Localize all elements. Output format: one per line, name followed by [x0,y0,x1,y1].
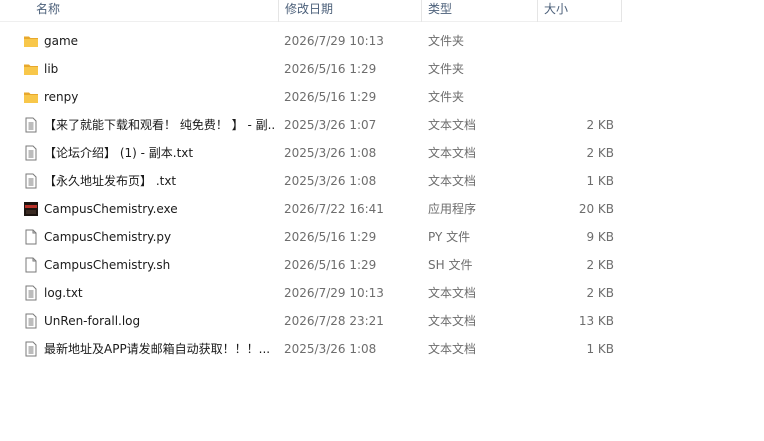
file-size: 2 KB [586,146,614,160]
file-type: SH 文件 [428,258,473,272]
text-file-icon [23,285,39,301]
file-date: 2025/3/26 1:08 [284,342,377,356]
file-row[interactable]: renpy 2026/5/16 1:29 文件夹 [0,83,764,111]
file-name: lib [44,62,59,76]
file-date: 2026/7/29 10:13 [284,286,384,300]
file-type: 文件夹 [428,62,465,76]
column-header-date[interactable]: 修改日期 [278,0,422,22]
file-date: 2025/3/26 1:08 [284,174,377,188]
file-row[interactable]: CampusChemistry.sh 2026/5/16 1:29 SH 文件 … [0,251,764,279]
file-size: 2 KB [586,118,614,132]
file-type: 文本文档 [428,342,477,356]
file-date: 2026/5/16 1:29 [284,62,377,76]
file-row[interactable]: game 2026/7/29 10:13 文件夹 [0,27,764,55]
column-header: 名称 修改日期 类型 大小 [0,0,622,22]
file-name: UnRen-forall.log [44,314,141,328]
file-size [540,83,614,111]
file-date: 2026/5/16 1:29 [284,90,377,104]
text-file-icon [23,313,39,329]
file-size: 2 KB [586,286,614,300]
file-row[interactable]: UnRen-forall.log 2026/7/28 23:21 文本文档 13… [0,307,764,335]
file-date: 2025/3/26 1:08 [284,146,377,160]
file-size: 9 KB [586,230,614,244]
file-name: CampusChemistry.sh [44,258,171,272]
column-header-type[interactable]: 类型 [422,0,538,22]
file-name: log.txt [44,286,83,300]
file-row[interactable]: log.txt 2026/7/29 10:13 文本文档 2 KB [0,279,764,307]
column-header-size[interactable]: 大小 [538,0,622,22]
file-type: 文本文档 [428,314,477,328]
blank-file-icon [23,229,39,245]
file-list: game 2026/7/29 10:13 文件夹 lib 2026/5/16 1… [0,27,764,363]
blank-file-icon [23,257,39,273]
file-type: 文件夹 [428,90,465,104]
file-name: renpy [44,90,79,104]
file-date: 2026/7/28 23:21 [284,314,384,328]
file-type: 文本文档 [428,118,477,132]
file-type: 文件夹 [428,34,465,48]
folder-icon [23,89,39,105]
text-file-icon [23,117,39,133]
text-file-icon [23,145,39,161]
file-row[interactable]: 【来了就能下载和观看！ 纯免费！ 】 - 副... 2025/3/26 1:07… [0,111,764,139]
file-name: CampusChemistry.py [44,230,172,244]
file-name: 【永久地址发布页】 .txt [44,174,177,188]
file-type: 文本文档 [428,174,477,188]
file-type: 文本文档 [428,146,477,160]
file-date: 2026/7/29 10:13 [284,34,384,48]
file-size: 1 KB [586,342,614,356]
file-name: 最新地址及APP请发邮箱自动获取！！！... [44,342,271,356]
column-header-name[interactable]: 名称 [30,0,278,22]
file-row[interactable]: lib 2026/5/16 1:29 文件夹 [0,55,764,83]
file-row[interactable]: 最新地址及APP请发邮箱自动获取！！！... 2025/3/26 1:08 文本… [0,335,764,363]
file-size: 1 KB [586,174,614,188]
folder-icon [23,61,39,77]
file-name: 【来了就能下载和观看！ 纯免费！ 】 - 副... [44,118,274,132]
file-size [540,55,614,83]
file-type: PY 文件 [428,230,471,244]
file-name: 【论坛介绍】 (1) - 副本.txt [44,146,194,160]
file-date: 2026/7/22 16:41 [284,202,384,216]
file-date: 2025/3/26 1:07 [284,118,377,132]
file-size: 13 KB [578,314,614,328]
file-name: game [44,34,79,48]
exe-app-icon [23,201,39,217]
file-type: 应用程序 [428,202,477,216]
file-size: 2 KB [586,258,614,272]
file-type: 文本文档 [428,286,477,300]
file-row[interactable]: CampusChemistry.exe 2026/7/22 16:41 应用程序… [0,195,764,223]
file-row[interactable]: 【永久地址发布页】 .txt 2025/3/26 1:08 文本文档 1 KB [0,167,764,195]
file-date: 2026/5/16 1:29 [284,258,377,272]
text-file-icon [23,173,39,189]
file-row[interactable]: 【论坛介绍】 (1) - 副本.txt 2025/3/26 1:08 文本文档 … [0,139,764,167]
text-file-icon [23,341,39,357]
file-row[interactable]: CampusChemistry.py 2026/5/16 1:29 PY 文件 … [0,223,764,251]
file-name: CampusChemistry.exe [44,202,178,216]
file-size: 20 KB [578,202,614,216]
file-explorer: 名称 修改日期 类型 大小 game 2026/7/29 10:13 文件夹 l… [0,0,764,441]
file-date: 2026/5/16 1:29 [284,230,377,244]
file-size [540,27,614,55]
folder-icon [23,33,39,49]
